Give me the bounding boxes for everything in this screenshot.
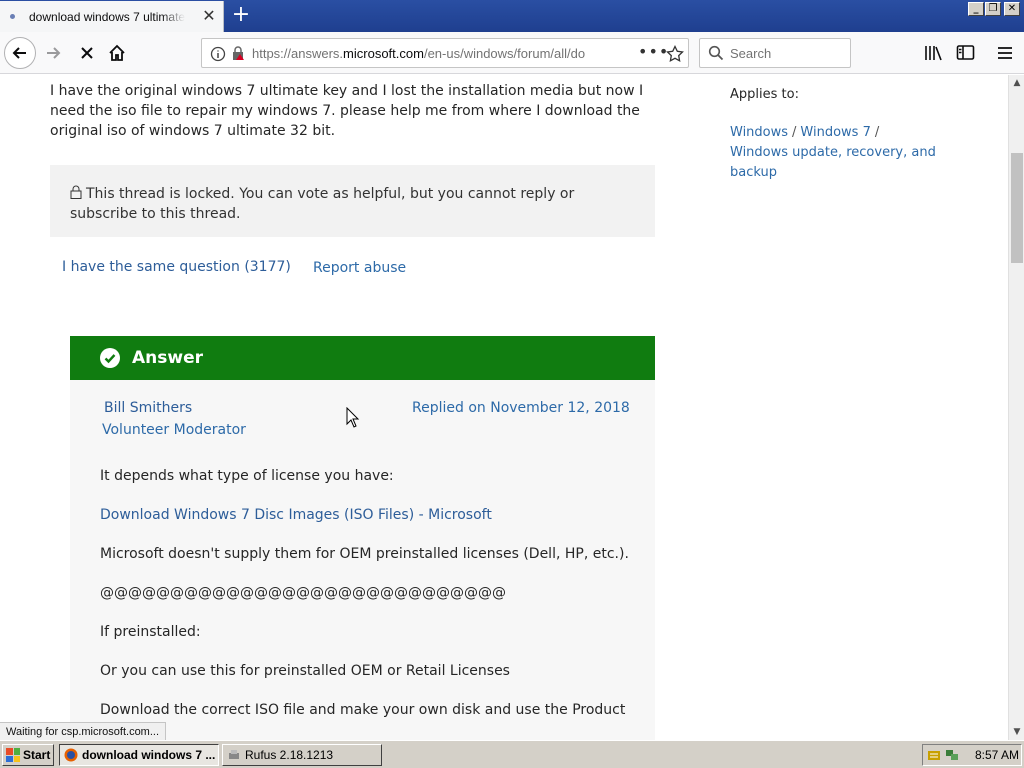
answer-paragraph: Download the correct ISO file and make y… [100, 702, 626, 738]
new-tab-button[interactable]: + [229, 4, 253, 28]
taskbar-item-firefox[interactable]: download windows 7 ... [59, 744, 219, 766]
search-box[interactable] [699, 38, 851, 68]
reply-date: Replied on November 12, 2018 [412, 400, 630, 416]
url-text: https://answers.microsoft.com/en-us/wind… [252, 45, 586, 61]
stop-icon [81, 47, 93, 59]
vertical-scrollbar[interactable]: ▲ ▼ [1008, 75, 1024, 740]
answer-paragraph: If preinstalled: [100, 624, 201, 640]
start-label: Start [23, 748, 51, 762]
crumb-separator: / [792, 125, 797, 140]
browser-tab[interactable]: download windows 7 ultimate iso 3 ✕ [0, 1, 224, 32]
crumb-windows[interactable]: Windows [730, 125, 788, 140]
window-controls: _ ❐ ✕ [968, 2, 1020, 16]
close-window-button[interactable]: ✕ [1004, 2, 1020, 16]
locked-notice: This thread is locked. You can vote as h… [50, 165, 655, 237]
tab-loading-icon [10, 14, 15, 19]
status-text: Waiting for csp.microsoft.com... [0, 722, 167, 742]
download-iso-link[interactable]: Download Windows 7 Disc Images (ISO File… [100, 505, 640, 525]
windows-logo-icon [6, 748, 20, 762]
tray-network-icon[interactable] [945, 748, 959, 762]
bookmark-star-icon[interactable] [666, 45, 684, 63]
system-tray: 8:57 AM [922, 744, 1022, 766]
author-name[interactable]: Bill Smithers [104, 400, 192, 416]
taskbar-item-label: Rufus 2.18.1213 [245, 748, 334, 762]
stop-button[interactable] [72, 38, 102, 68]
mouse-cursor-icon [346, 407, 360, 428]
crumb-separator: / [874, 125, 880, 140]
answer-label: Answer [132, 348, 203, 368]
tab-title: download windows 7 ultimate iso 3 [29, 9, 185, 24]
back-button[interactable] [4, 37, 36, 69]
crumb-windows-update[interactable]: Windows update, recovery, and backup [730, 145, 936, 180]
home-button[interactable] [102, 38, 132, 68]
answer-body: Bill Smithers Volunteer Moderator Replie… [70, 380, 655, 740]
answer-paragraph: Microsoft doesn't supply them for OEM pr… [100, 546, 629, 562]
page-content: I have the original windows 7 ultimate k… [0, 75, 1008, 740]
rufus-icon [229, 750, 239, 759]
search-input[interactable] [730, 45, 840, 61]
clock: 8:57 AM [975, 748, 1020, 762]
answer-paragraph: It depends what type of license you have… [100, 468, 394, 484]
minimize-button[interactable]: _ [968, 2, 984, 16]
navigation-toolbar: https://answers.microsoft.com/en-us/wind… [0, 32, 1024, 74]
question-body: I have the original windows 7 ultimate k… [50, 83, 644, 139]
same-question-button[interactable]: I have the same question (3177) [62, 259, 291, 275]
address-bar[interactable]: https://answers.microsoft.com/en-us/wind… [201, 38, 689, 68]
scroll-thumb[interactable] [1011, 153, 1023, 263]
back-arrow-icon [12, 47, 26, 59]
library-icon[interactable] [924, 44, 944, 62]
answer-paragraph: Or you can use this for preinstalled OEM… [100, 663, 510, 679]
start-button[interactable]: Start [2, 744, 54, 766]
search-icon [708, 45, 724, 61]
author-role: Volunteer Moderator [102, 422, 246, 438]
taskbar-item-rufus[interactable]: Rufus 2.18.1213 [222, 744, 382, 766]
tab-strip: download windows 7 ultimate iso 3 ✕ + _ … [0, 0, 1024, 32]
locked-notice-text: This thread is locked. You can vote as h… [70, 186, 575, 222]
lock-warning-icon[interactable] [230, 45, 246, 61]
home-icon [109, 44, 125, 61]
info-icon[interactable] [210, 46, 226, 62]
applies-to-breadcrumb: Windows / Windows 7/ Windows update, recov… [730, 123, 950, 183]
answer-separator-text: @@@@@@@@@@@@@@@@@@@@@@@@@@@@@ [100, 585, 506, 601]
padlock-icon [70, 185, 82, 199]
menu-icon[interactable] [996, 44, 1014, 62]
sidebar-icon[interactable] [956, 44, 976, 62]
report-abuse-link[interactable]: Report abuse [313, 260, 406, 276]
forward-arrow-icon [47, 47, 61, 59]
firefox-icon [64, 748, 78, 762]
taskbar-item-label: download windows 7 ... [82, 748, 216, 762]
checkmark-circle-icon [100, 348, 120, 368]
tray-security-icon[interactable] [927, 748, 941, 762]
answer-header: Answer [70, 336, 655, 380]
forward-button[interactable] [38, 38, 68, 68]
page-actions-icon[interactable]: ••• [638, 42, 669, 61]
tab-close-icon[interactable]: ✕ [201, 8, 217, 24]
applies-to-label: Applies to: [730, 87, 799, 102]
crumb-windows-7[interactable]: Windows 7 [800, 125, 870, 140]
maximize-button[interactable]: ❐ [985, 2, 1001, 16]
taskbar: Start download windows 7 ... Rufus 2.18.… [0, 740, 1024, 768]
scroll-up-icon[interactable]: ▲ [1009, 75, 1024, 91]
scroll-down-icon[interactable]: ▼ [1009, 724, 1024, 740]
